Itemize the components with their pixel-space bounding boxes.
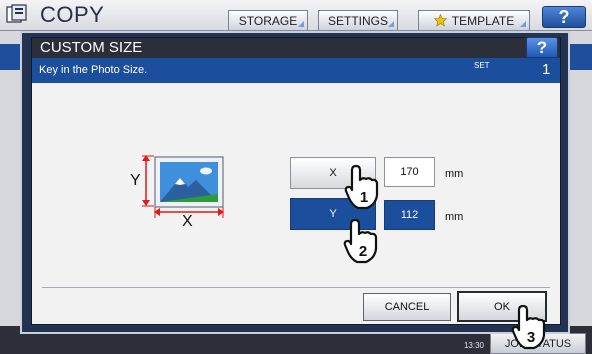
clock: 13:30 (463, 341, 484, 350)
cancel-button-label: CANCEL (384, 301, 430, 313)
set-count: 1 (542, 61, 551, 78)
ok-button-label: OK (494, 300, 510, 313)
dialog-help-label: ? (536, 37, 548, 57)
tab-settings[interactable]: SETTINGS (318, 10, 398, 30)
x-size-value[interactable]: 170 (384, 157, 435, 187)
corner-marker-icon (520, 21, 526, 27)
x-unit-label: mm (445, 168, 464, 180)
step-3-number: 3 (527, 329, 535, 346)
tab-settings-label: SETTINGS (327, 13, 388, 28)
step-2-hand-icon: 2 (343, 218, 378, 264)
x-axis-label: X (182, 213, 193, 230)
x-size-value-text: 170 (400, 166, 419, 178)
set-label: SET (474, 61, 490, 70)
copy-app-icon (6, 4, 27, 23)
x-size-button-label: X (329, 167, 337, 179)
star-icon (433, 14, 447, 27)
step-3-hand-icon: 3 (511, 304, 546, 350)
y-unit-label: mm (445, 211, 464, 223)
step-2-number: 2 (359, 243, 367, 260)
step-1-hand-icon: 1 (344, 164, 379, 210)
dialog-divider (42, 287, 550, 288)
help-button[interactable]: ? (542, 6, 586, 28)
cancel-button[interactable]: CANCEL (363, 293, 451, 321)
y-size-button-label: Y (329, 208, 337, 220)
app-title: COPY (40, 2, 105, 27)
y-size-value[interactable]: 112 (384, 200, 435, 230)
tab-template-label: TEMPLATE (451, 13, 515, 28)
help-label: ? (558, 6, 570, 27)
step-1-number: 1 (360, 189, 368, 206)
dialog-message: Key in the Photo Size. (39, 64, 148, 76)
y-size-value-text: 112 (400, 209, 419, 221)
corner-marker-icon (388, 21, 394, 27)
tab-storage-label: STORAGE (238, 13, 298, 28)
dialog-title: CUSTOM SIZE (40, 39, 143, 56)
y-axis-label: Y (130, 172, 141, 189)
dialog-help-button[interactable]: ? (526, 37, 558, 58)
corner-marker-icon (298, 21, 304, 27)
tab-template[interactable]: TEMPLATE (418, 10, 530, 30)
tab-storage[interactable]: STORAGE (228, 10, 308, 30)
